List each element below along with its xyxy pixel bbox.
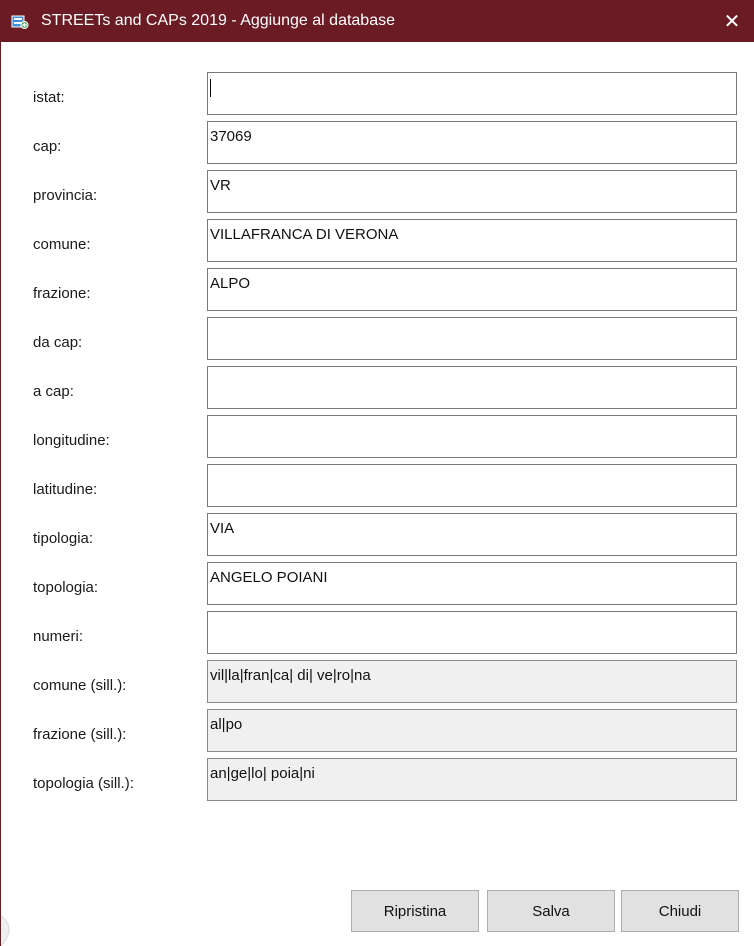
numeri-label: numeri: — [33, 628, 84, 645]
a-cap-label: a cap: — [33, 383, 74, 400]
frazione-input[interactable]: ALPO — [207, 268, 737, 311]
numeri-input[interactable] — [207, 611, 737, 654]
comune-sill-label: comune (sill.): — [33, 677, 127, 694]
frazione-sill-field: al|po — [207, 709, 737, 752]
comune-input[interactable]: VILLAFRANCA DI VERONA — [207, 219, 737, 262]
a-cap-input[interactable] — [207, 366, 737, 409]
form-row-istat: istat: — [1, 72, 754, 118]
tipologia-label: tipologia: — [33, 530, 94, 547]
longitudine-label: longitudine: — [33, 432, 110, 449]
form-row-latitudine: latitudine: — [1, 464, 754, 510]
istat-label: istat: — [33, 89, 65, 106]
topologia-sill-field: an|ge|lo| poia|ni — [207, 758, 737, 801]
form-row-frazione-sill: frazione (sill.): al|po — [1, 709, 754, 755]
window-corner-decoration — [1, 916, 10, 946]
frazione-label: frazione: — [33, 285, 91, 302]
save-button[interactable]: Salva — [487, 890, 615, 932]
form-row-longitudine: longitudine: — [1, 415, 754, 461]
form-row-comune: comune: VILLAFRANCA DI VERONA — [1, 219, 754, 265]
form-row-topologia: topologia: ANGELO POIANI — [1, 562, 754, 608]
provincia-input[interactable]: VR — [207, 170, 737, 213]
form-row-comune-sill: comune (sill.): vil|la|fran|ca| di| ve|r… — [1, 660, 754, 706]
reset-button[interactable]: Ripristina — [351, 890, 479, 932]
topologia-label: topologia: — [33, 579, 99, 596]
form-row-topologia-sill: topologia (sill.): an|ge|lo| poia|ni — [1, 758, 754, 804]
add-record-dialog: STREETs and CAPs 2019 - Aggiunge al data… — [0, 0, 754, 946]
form-row-frazione: frazione: ALPO — [1, 268, 754, 314]
title-bar: STREETs and CAPs 2019 - Aggiunge al data… — [1, 0, 754, 42]
tipologia-input[interactable]: VIA — [207, 513, 737, 556]
da-cap-input[interactable] — [207, 317, 737, 360]
comune-label: comune: — [33, 236, 91, 253]
comune-sill-field: vil|la|fran|ca| di| ve|ro|na — [207, 660, 737, 703]
text-caret — [210, 79, 211, 97]
cap-label: cap: — [33, 138, 62, 155]
close-window-button[interactable]: ✕ — [709, 0, 754, 42]
close-icon: ✕ — [723, 10, 741, 33]
form-row-a-cap: a cap: — [1, 366, 754, 412]
close-button[interactable]: Chiudi — [621, 890, 739, 932]
longitudine-input[interactable] — [207, 415, 737, 458]
form-row-provincia: provincia: VR — [1, 170, 754, 216]
frazione-sill-label: frazione (sill.): — [33, 726, 127, 743]
da-cap-label: da cap: — [33, 334, 83, 351]
form-row-cap: cap: 37069 — [1, 121, 754, 167]
topologia-input[interactable]: ANGELO POIANI — [207, 562, 737, 605]
form-row-tipologia: tipologia: VIA — [1, 513, 754, 559]
provincia-label: provincia: — [33, 187, 98, 204]
window-title: STREETs and CAPs 2019 - Aggiunge al data… — [41, 12, 395, 29]
app-database-icon — [11, 12, 29, 30]
istat-input[interactable] — [207, 72, 737, 115]
topologia-sill-label: topologia (sill.): — [33, 775, 134, 792]
cap-input[interactable]: 37069 — [207, 121, 737, 164]
form-row-da-cap: da cap: — [1, 317, 754, 363]
latitudine-input[interactable] — [207, 464, 737, 507]
latitudine-label: latitudine: — [33, 481, 98, 498]
form-row-numeri: numeri: — [1, 611, 754, 657]
